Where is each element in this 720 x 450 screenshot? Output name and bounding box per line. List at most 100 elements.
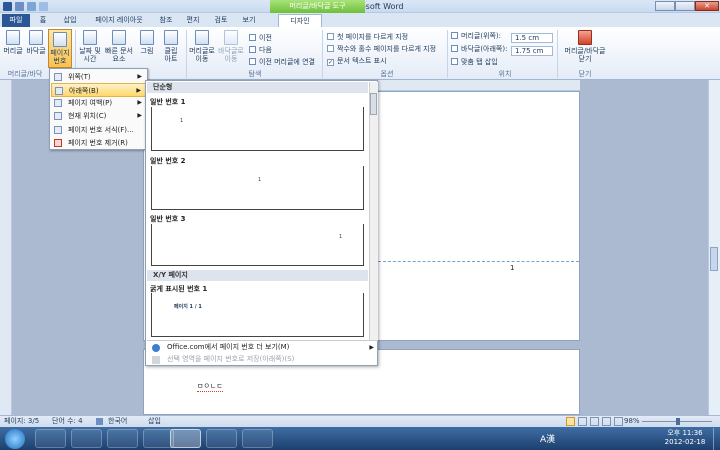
status-page[interactable]: 페이지: 3/5 (4, 416, 39, 427)
status-insert-mode[interactable]: 삽입 (148, 416, 161, 427)
option-odd-even-label: 짝수와 홀수 페이지를 다르게 지정 (337, 45, 437, 53)
date-time-label-2: 시간 (83, 55, 97, 63)
gallery-scroll-thumb[interactable] (370, 93, 377, 115)
link-to-previous-button[interactable]: 이전 머리글에 연결 (249, 57, 315, 67)
gallery-item-plain-number-3[interactable]: 1 (151, 224, 364, 266)
start-button-icon[interactable] (5, 429, 25, 449)
menu-item-page-margins[interactable]: 페이지 여백(P) ▶ (51, 96, 146, 110)
taskbar-clock[interactable]: 오후 11:36 2012-02-18 (660, 429, 710, 447)
taskbar-word-icon[interactable] (170, 429, 201, 448)
outline-view-icon[interactable] (602, 417, 611, 426)
taskbar-app-icon-2[interactable] (242, 429, 273, 448)
status-zoom[interactable]: 98% (624, 416, 640, 427)
clip-art-button[interactable]: 클립 아트 (160, 30, 182, 63)
close-header-footer-button[interactable]: 머리글/바닥글 닫기 (560, 30, 610, 63)
gallery-item-label: 일반 번호 1 (150, 98, 186, 106)
option-different-odd-even[interactable]: 짝수와 홀수 페이지를 다르게 지정 (327, 44, 436, 54)
footer-page-number[interactable]: 1 (510, 264, 514, 272)
proofing-icon[interactable] (96, 418, 103, 425)
gallery-item-label: 일반 번호 2 (150, 157, 186, 165)
show-desktop-button[interactable] (713, 428, 720, 450)
go-to-footer-label-2: 이동 (224, 55, 238, 63)
footer-button[interactable]: 바닥글 (25, 30, 47, 55)
ime-indicator[interactable]: A漢 (540, 432, 555, 445)
tab-home[interactable]: 홈 (34, 14, 52, 27)
status-words[interactable]: 단어 수: 4 (52, 416, 83, 427)
page-number-button[interactable]: 페이지 번호 (48, 29, 72, 68)
header-position-control: 머리글(위쪽): 1.5 cm (451, 31, 553, 43)
clip-art-label-1: 클립 (164, 47, 178, 55)
scroll-thumb[interactable] (710, 247, 718, 271)
clip-art-label-2: 아트 (164, 55, 178, 63)
save-selection-as-page-number[interactable]: 선택 영역을 페이지 번호로 저장(아래쪽)(S) (147, 353, 378, 366)
gallery-scrollbar[interactable] (369, 82, 378, 340)
footer-position-input[interactable]: 1.75 cm (511, 46, 553, 56)
tab-insert[interactable]: 삽입 (58, 14, 82, 27)
gallery-item-plain-number-2[interactable]: 1 (151, 166, 364, 210)
status-language[interactable]: 한국어 (108, 416, 127, 427)
tray-icons[interactable] (572, 433, 632, 443)
zoom-slider-thumb[interactable] (676, 418, 680, 425)
page-number-gallery: 단순형 일반 번호 1 1 일반 번호 2 1 일반 번호 3 1 X/Y 페이… (145, 80, 378, 366)
picture-button[interactable]: 그림 (136, 30, 158, 55)
date-time-label-1: 날짜 및 (79, 47, 101, 55)
save-icon (152, 356, 160, 364)
clock-date: 2012-02-18 (664, 438, 706, 446)
status-bar: 페이지: 3/5 단어 수: 4 한국어 삽입 98% (0, 415, 720, 427)
header-position-input[interactable]: 1.5 cm (511, 33, 553, 43)
footer-position-control: 바닥글(아래쪽): 1.75 cm (451, 44, 553, 56)
tab-mailings[interactable]: 편지 (182, 14, 204, 27)
tab-review[interactable]: 검토 (210, 14, 232, 27)
tab-view[interactable]: 보기 (238, 14, 260, 27)
checkbox-first-page[interactable] (327, 33, 334, 40)
current-position-icon (54, 112, 62, 120)
globe-icon (152, 344, 160, 352)
minimize-button[interactable] (655, 1, 675, 11)
print-layout-view-icon[interactable] (566, 417, 575, 426)
taskbar-ie-icon[interactable] (71, 429, 102, 448)
menu-item-top-of-page[interactable]: 위쪽(T) ▶ (51, 70, 146, 84)
tab-file[interactable]: 파일 (2, 14, 30, 27)
tab-references[interactable]: 참조 (156, 14, 176, 27)
option-show-document-text[interactable]: ✓ 문서 텍스트 표시 (327, 56, 387, 66)
group-separator (322, 30, 323, 78)
menu-item-bottom-of-page[interactable]: 아래쪽(B) ▶ (51, 83, 146, 97)
previous-button[interactable]: 이전 (249, 33, 272, 43)
go-to-header-button[interactable]: 머리글로 이동 (189, 30, 215, 63)
menu-item-format-page-numbers[interactable]: 페이지 번호 서식(F)... (51, 123, 146, 137)
header-position-label: 머리글(위쪽): (461, 32, 502, 40)
taskbar-app-icon[interactable] (206, 429, 237, 448)
gallery-item-bold-number-1[interactable]: 페이지 1 / 1 (151, 293, 364, 337)
taskbar-firefox-icon[interactable] (107, 429, 138, 448)
next-button[interactable]: 다음 (249, 45, 272, 55)
quick-parts-label-2: 요소 (112, 55, 126, 63)
close-button[interactable]: ✕ (695, 1, 719, 11)
picture-label: 그림 (140, 47, 154, 55)
group-label-close: 닫기 (578, 70, 592, 78)
quick-parts-button[interactable]: 빠른 문서 요소 (104, 30, 134, 63)
date-time-button[interactable]: 날짜 및 시간 (77, 30, 103, 63)
menu-item-current-position[interactable]: 현재 위치(C) ▶ (51, 109, 146, 123)
menu-item-label: 페이지 여백(P) (68, 99, 113, 107)
checkbox-odd-even[interactable] (327, 45, 334, 52)
tab-design[interactable]: 디자인 (278, 14, 322, 27)
option-different-first-page[interactable]: 첫 페이지를 다르게 지정 (327, 32, 408, 42)
maximize-button[interactable] (675, 1, 695, 11)
link-to-previous-label: 이전 머리글에 연결 (259, 58, 315, 66)
page-margins-icon (54, 99, 62, 107)
full-screen-view-icon[interactable] (578, 417, 587, 426)
option-first-page-label: 첫 페이지를 다르게 지정 (337, 33, 409, 41)
checkbox-show-text[interactable]: ✓ (327, 59, 334, 66)
gallery-item-plain-number-1[interactable]: 1 (151, 107, 364, 151)
draft-view-icon[interactable] (614, 417, 623, 426)
page-number-label-2: 번호 (53, 57, 67, 65)
insert-alignment-tab-button[interactable]: 맞춤 탭 삽입 (451, 57, 498, 67)
header-button[interactable]: 머리글 (2, 30, 24, 55)
menu-item-remove-page-numbers[interactable]: 페이지 번호 제거(R) (51, 136, 146, 150)
web-layout-view-icon[interactable] (590, 417, 599, 426)
gallery-section-xy-page: X/Y 페이지 (147, 270, 368, 281)
document-body-text[interactable]: ㅁㅇㄴㄷ (197, 381, 223, 392)
tab-page-layout[interactable]: 페이지 레이아웃 (88, 14, 150, 27)
go-to-footer-button[interactable]: 바닥글로 이동 (217, 30, 245, 63)
taskbar-explorer-icon[interactable] (35, 429, 66, 448)
